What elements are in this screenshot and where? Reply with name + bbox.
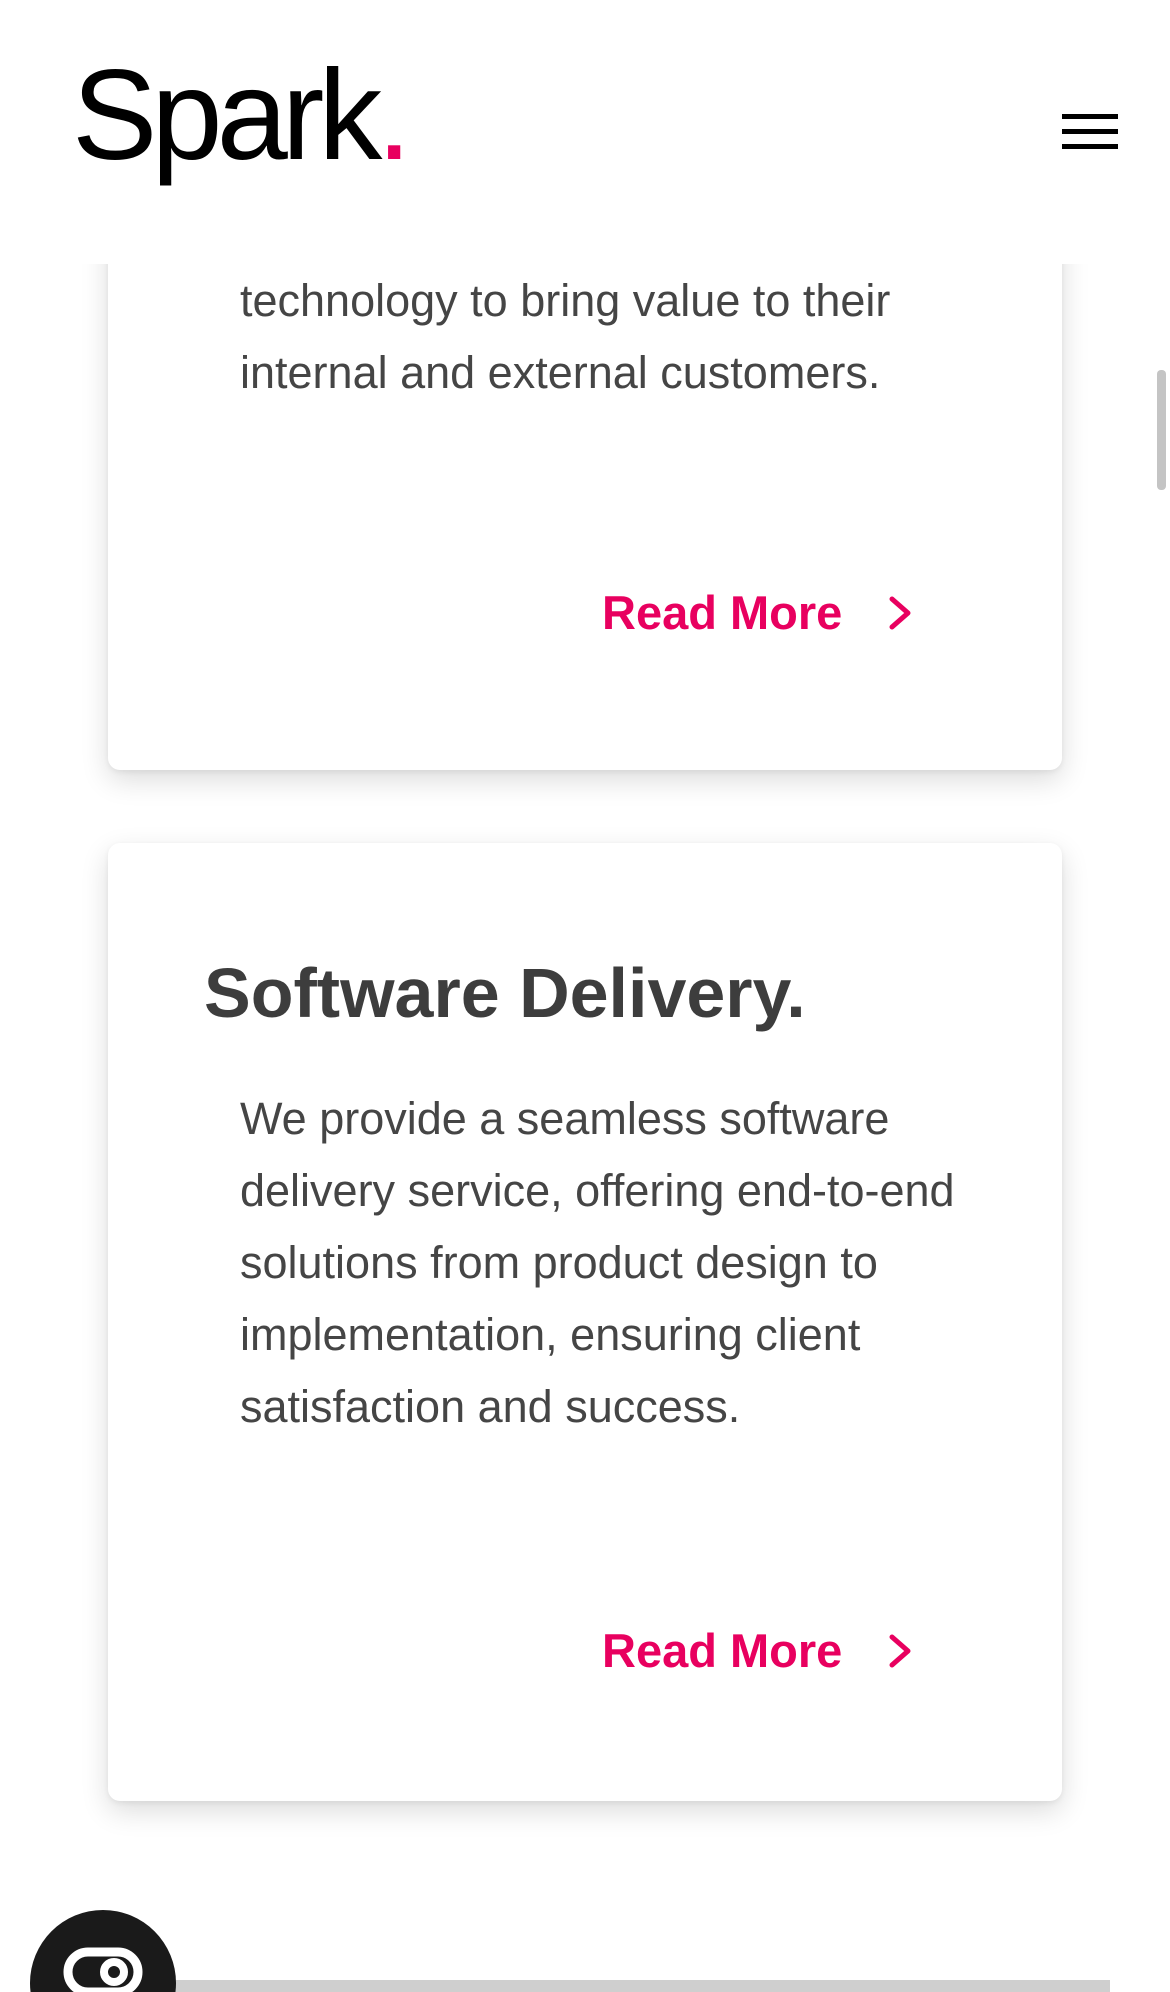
read-more-label: Read More [602, 586, 843, 639]
spark-logo[interactable]: Spark. [72, 52, 412, 180]
chevron-right-icon [889, 1634, 911, 1667]
read-more-label: Read More [602, 1624, 843, 1677]
chevron-right-icon [889, 596, 911, 629]
page: technology to bring value to their inter… [0, 0, 1170, 1992]
service-card-software-delivery: Software Delivery. We provide a seamless… [108, 843, 1062, 1801]
card-description: technology to bring value to their inter… [240, 275, 891, 398]
logo-text: Spark [72, 44, 382, 187]
read-more-link[interactable]: Read More [602, 585, 914, 640]
card-description: We provide a seamless software delivery … [240, 1093, 955, 1432]
site-header: Spark. [0, 0, 1170, 264]
bottom-banner [150, 1980, 1110, 1992]
scrollbar-thumb[interactable] [1157, 370, 1166, 490]
chat-button[interactable] [30, 1910, 176, 1992]
chat-icon [63, 1947, 143, 1992]
card-title: Software Delivery. [204, 954, 806, 1032]
hamburger-menu-icon[interactable] [1062, 110, 1120, 154]
read-more-link[interactable]: Read More [602, 1623, 914, 1678]
logo-dot: . [376, 44, 411, 187]
